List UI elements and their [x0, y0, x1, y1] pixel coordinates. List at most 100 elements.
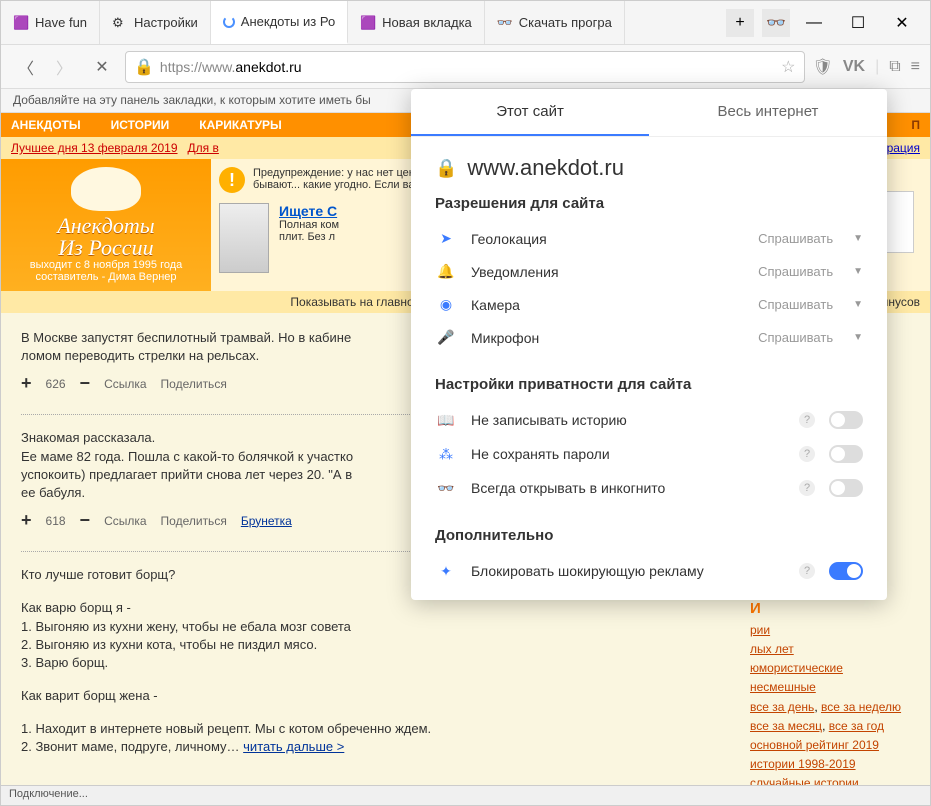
- tab-label: Have fun: [35, 15, 87, 30]
- toolbar-right: 🛡 VK | ⧉ ≡: [813, 57, 920, 77]
- lock-icon: 🔒: [134, 57, 154, 77]
- ad-line1: Полная ком: [279, 219, 339, 231]
- share-link[interactable]: Поделиться: [161, 377, 227, 391]
- perm-camera[interactable]: ◉ Камера Спрашивать▼: [411, 288, 887, 321]
- add-block-shocking: ✦ Блокировать шокирующую рекламу ?: [411, 554, 887, 588]
- permissions-heading: Разрешения для сайта: [411, 189, 887, 222]
- joke-line: 1. Выгоняю из кухни жену, чтобы не ебала…: [21, 618, 720, 636]
- tab-download[interactable]: 👓 Скачать програ: [485, 1, 625, 44]
- forward-button[interactable]: 〉: [49, 52, 79, 82]
- joke-line: 3. Варю борщ.: [21, 654, 720, 672]
- chevron-down-icon: ▼: [853, 332, 863, 343]
- logo-box[interactable]: Анекдоты Из России выходит с 8 ноября 19…: [1, 159, 211, 291]
- vote-up-button[interactable]: +: [21, 510, 32, 531]
- tab-whole-internet[interactable]: Весь интернет: [649, 89, 887, 136]
- side-link[interactable]: все за год: [829, 719, 884, 733]
- spinner-icon: [223, 16, 235, 28]
- side-link[interactable]: все за день: [750, 700, 814, 714]
- help-icon[interactable]: ?: [799, 412, 815, 428]
- tab-settings[interactable]: ⚙Настройки: [100, 1, 211, 44]
- side-link[interactable]: рии: [750, 623, 770, 637]
- close-button[interactable]: ✕: [882, 8, 922, 38]
- copy-icon[interactable]: ⧉: [889, 58, 900, 76]
- help-icon[interactable]: ?: [799, 480, 815, 496]
- side-heading-istorii: И: [750, 600, 920, 617]
- permalink[interactable]: Ссылка: [104, 514, 146, 528]
- toggle-no-history[interactable]: [829, 411, 863, 429]
- toggle-no-passwords[interactable]: [829, 445, 863, 463]
- vote-up-button[interactable]: +: [21, 373, 32, 394]
- side-link[interactable]: истории 1998-2019: [750, 757, 856, 771]
- nav-anekdoty[interactable]: АНЕКДОТЫ: [11, 118, 81, 132]
- help-icon[interactable]: ?: [799, 563, 815, 579]
- warn-icon: !: [219, 167, 245, 193]
- nav-karikatury[interactable]: КАРИКАТУРЫ: [199, 118, 282, 132]
- joke-line: 1. Находит в интернете новый рецепт. Мы …: [21, 720, 720, 738]
- toggle-incognito[interactable]: [829, 479, 863, 497]
- side-link[interactable]: лых лет: [750, 642, 794, 656]
- logo-sub1: выходит с 8 ноября 1995 года: [9, 259, 203, 271]
- back-button[interactable]: 〈: [11, 52, 41, 82]
- vote-down-button[interactable]: −: [80, 510, 91, 531]
- incognito-icon: 👓: [435, 480, 457, 497]
- share-link[interactable]: Поделиться: [161, 514, 227, 528]
- side-link[interactable]: все за неделю: [821, 700, 901, 714]
- side-link[interactable]: несмешные: [750, 680, 816, 694]
- book-icon: 📖: [435, 412, 457, 429]
- popover-tabs: Этот сайт Весь интернет: [411, 89, 887, 137]
- joke-line: 2. Выгоняю из кухни кота, чтобы не пизди…: [21, 636, 720, 654]
- tab-havefun[interactable]: 🟪Have fun: [1, 1, 100, 44]
- joke-line: Как варю борщ я -: [21, 599, 720, 617]
- new-tab-button[interactable]: +: [726, 9, 754, 37]
- nav-istorii[interactable]: ИСТОРИИ: [111, 118, 170, 132]
- perm-microphone[interactable]: 🎤 Микрофон Спрашивать▼: [411, 321, 887, 354]
- permalink[interactable]: Ссылка: [104, 377, 146, 391]
- author-link[interactable]: Брунетка: [241, 514, 292, 528]
- site-security-popover: Этот сайт Весь интернет 🔒 www.anekdot.ru…: [411, 89, 887, 600]
- tab-anekdot[interactable]: Анекдоты из Ро: [211, 1, 348, 44]
- toggle-block-ads[interactable]: [829, 562, 863, 580]
- help-icon[interactable]: ?: [799, 446, 815, 462]
- tab-new[interactable]: 🟪Новая вкладка: [348, 1, 485, 44]
- camera-icon: ◉: [435, 296, 457, 313]
- star-icon[interactable]: ☆: [781, 57, 795, 77]
- tabs: 🟪Have fun ⚙Настройки Анекдоты из Ро 🟪Нов…: [1, 1, 722, 44]
- microphone-icon: 🎤: [435, 329, 457, 346]
- incognito-button[interactable]: 👓: [762, 9, 790, 37]
- shield-icon[interactable]: 🛡: [813, 57, 833, 77]
- url-bar[interactable]: 🔒 https://www.anekdot.ru ☆: [125, 51, 805, 83]
- perm-geolocation[interactable]: ➤ Геолокация Спрашивать▼: [411, 222, 887, 255]
- maximize-button[interactable]: ☐: [838, 8, 878, 38]
- side-link[interactable]: юмористические: [750, 661, 843, 675]
- tab-label: Настройки: [134, 15, 198, 30]
- ad-image[interactable]: [219, 203, 269, 273]
- vk-icon[interactable]: VK: [843, 58, 865, 76]
- side-link[interactable]: основной рейтинг 2019: [750, 738, 879, 752]
- popover-site-header: 🔒 www.anekdot.ru: [411, 137, 887, 189]
- perm-notifications[interactable]: 🔔 Уведомления Спрашивать▼: [411, 255, 887, 288]
- binoculars-icon: 👓: [497, 15, 513, 31]
- read-more-link[interactable]: читать дальше >: [243, 739, 344, 754]
- additional-heading: Дополнительно: [411, 521, 887, 554]
- vote-down-button[interactable]: −: [80, 373, 91, 394]
- spark-icon: ✦: [435, 563, 457, 580]
- nav-more[interactable]: П: [911, 118, 920, 132]
- incognito-icon: 👓: [766, 13, 786, 33]
- tab-this-site[interactable]: Этот сайт: [411, 89, 649, 136]
- warning-text: Предупреждение: у нас нет цен бывают... …: [253, 167, 415, 191]
- joke-line: 2. Звонит маме, подруге, личному… читать…: [21, 738, 720, 756]
- side-link[interactable]: все за месяц: [750, 719, 822, 733]
- status-bar: Подключение...: [1, 785, 930, 805]
- stop-button[interactable]: ✕: [87, 52, 117, 82]
- ad-title[interactable]: Ищете С: [279, 203, 339, 219]
- best-for-link[interactable]: Для в: [188, 141, 219, 155]
- logo-hippo-icon: [71, 167, 141, 211]
- cube-icon: 🟪: [360, 15, 376, 31]
- tab-label: Скачать програ: [519, 15, 612, 30]
- menu-icon[interactable]: ≡: [911, 58, 920, 76]
- best-day-link[interactable]: Лучшее дня 13 февраля 2019: [11, 141, 178, 155]
- chevron-down-icon: ▼: [853, 266, 863, 277]
- minimize-button[interactable]: —: [794, 8, 834, 38]
- chevron-down-icon: ▼: [853, 299, 863, 310]
- side-links-2: рии лых лет юмористические несмешные все…: [750, 621, 920, 787]
